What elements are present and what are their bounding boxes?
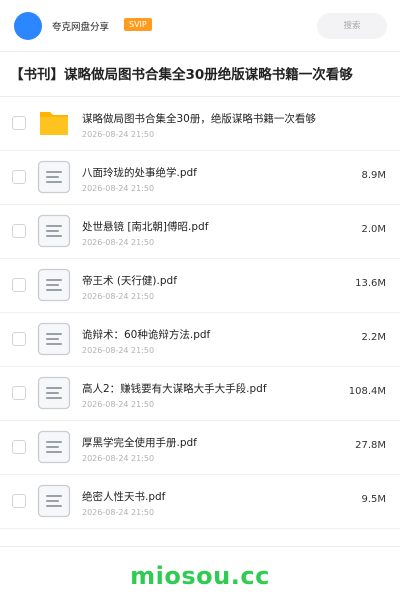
document-icon (37, 160, 71, 194)
file-size: 13.6M (355, 278, 386, 289)
file-date: 2026-08-24 21:50 (82, 400, 155, 409)
watermark: miosou.cc (130, 562, 270, 590)
file-name[interactable]: 厚黑学完全使用手册.pdf (82, 435, 342, 450)
file-name[interactable]: 处世悬镜 [南北朝]傅昭.pdf (82, 219, 342, 234)
avatar[interactable] (14, 12, 42, 40)
file-name[interactable]: 高人2：赚钱要有大谋略大手大手段.pdf (82, 381, 342, 396)
select-checkbox[interactable] (12, 224, 26, 238)
file-name[interactable]: 帝王术 (天行健).pdf (82, 273, 342, 288)
select-checkbox[interactable] (12, 440, 26, 454)
document-icon (37, 376, 71, 410)
file-size: 9.5M (361, 494, 386, 505)
page-title: 【书刊】谋略做局图书合集全30册绝版谋略书籍一次看够 (10, 67, 353, 83)
document-icon (37, 484, 71, 518)
select-checkbox[interactable] (12, 332, 26, 346)
file-date: 2026-08-24 21:50 (82, 184, 155, 193)
file-date: 2026-08-24 21:50 (82, 346, 155, 355)
file-row[interactable]: 绝密人性天书.pdf 2026-08-24 21:50 9.5M (0, 475, 400, 529)
folder-icon (37, 106, 71, 140)
svip-badge: SVIP (124, 18, 152, 31)
file-date: 2026-08-24 21:50 (82, 130, 155, 139)
file-size: 2.2M (361, 332, 386, 343)
file-name[interactable]: 谋略做局图书合集全30册，绝版谋略书籍一次看够 (82, 111, 342, 126)
file-size: 27.8M (355, 440, 386, 451)
footer-divider (0, 546, 400, 547)
select-checkbox[interactable] (12, 386, 26, 400)
file-name[interactable]: 诡辩术：60种诡辩方法.pdf (82, 327, 342, 342)
file-name[interactable]: 八面玲珑的处事绝学.pdf (82, 165, 342, 180)
select-checkbox[interactable] (12, 170, 26, 184)
file-list: 谋略做局图书合集全30册，绝版谋略书籍一次看够 2026-08-24 21:50 八… (0, 97, 400, 529)
file-size: 2.0M (361, 224, 386, 235)
file-name[interactable]: 绝密人性天书.pdf (82, 489, 342, 504)
select-checkbox[interactable] (12, 278, 26, 292)
file-row[interactable]: 厚黑学完全使用手册.pdf 2026-08-24 21:50 27.8M (0, 421, 400, 475)
file-size: 108.4M (348, 386, 386, 397)
document-icon (37, 268, 71, 302)
file-date: 2026-08-24 21:50 (82, 454, 155, 463)
app-header: 夸克网盘分享 SVIP (0, 0, 400, 52)
document-icon (37, 430, 71, 464)
brand-name: 夸克网盘分享 (52, 22, 110, 33)
select-checkbox[interactable] (12, 116, 26, 130)
file-row[interactable]: 处世悬镜 [南北朝]傅昭.pdf 2026-08-24 21:50 2.0M (0, 205, 400, 259)
file-row[interactable]: 八面玲珑的处事绝学.pdf 2026-08-24 21:50 8.9M (0, 151, 400, 205)
file-row[interactable]: 帝王术 (天行健).pdf 2026-08-24 21:50 13.6M (0, 259, 400, 313)
search-input[interactable] (317, 13, 387, 39)
file-row[interactable]: 高人2：赚钱要有大谋略大手大手段.pdf 2026-08-24 21:50 108.… (0, 367, 400, 421)
file-row[interactable]: 诡辩术：60种诡辩方法.pdf 2026-08-24 21:50 2.2M (0, 313, 400, 367)
document-icon (37, 214, 71, 248)
document-icon (37, 322, 71, 356)
file-date: 2026-08-24 21:50 (82, 508, 155, 517)
file-date: 2026-08-24 21:50 (82, 292, 155, 301)
file-date: 2026-08-24 21:50 (82, 238, 155, 247)
select-checkbox[interactable] (12, 494, 26, 508)
file-size: 8.9M (361, 170, 386, 181)
folder-row[interactable]: 谋略做局图书合集全30册，绝版谋略书籍一次看够 2026-08-24 21:50 (0, 97, 400, 151)
